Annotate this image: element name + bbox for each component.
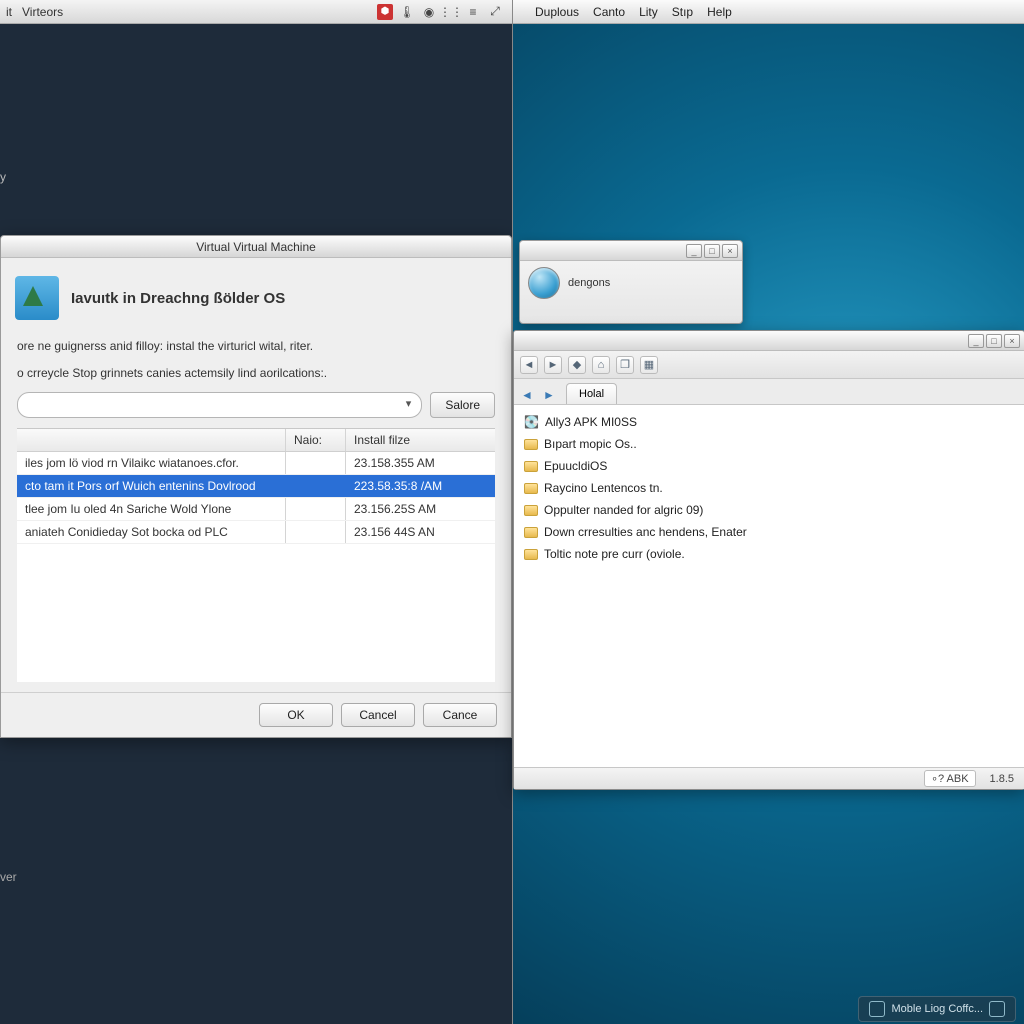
sync-icon[interactable]: ◉ bbox=[421, 4, 437, 20]
os-box-icon bbox=[15, 276, 59, 320]
minimize-icon[interactable]: _ bbox=[686, 244, 702, 258]
explorer-window: _ □ × ◄ ► ◆ ⌂ ❐ ▦ ◄ ► Holal 💽Ally3 APK bbox=[513, 330, 1024, 790]
folder-icon bbox=[524, 439, 538, 450]
maximize-icon[interactable]: □ bbox=[704, 244, 720, 258]
home-icon[interactable]: ⌂ bbox=[592, 356, 610, 374]
table-row[interactable]: tlee jom Iu oled 4n Sariche Wold Ylone23… bbox=[17, 498, 495, 521]
thermometer-icon[interactable]: 🌡 bbox=[399, 4, 415, 20]
list-item[interactable]: Bıpart mopic Os.. bbox=[524, 433, 1014, 455]
copy-icon[interactable]: ❐ bbox=[616, 356, 634, 374]
disk-icon[interactable]: ◆ bbox=[568, 356, 586, 374]
folder-icon bbox=[524, 461, 538, 472]
table-row[interactable]: iles jom lö viod rn Vilaikc wiatanoes.cf… bbox=[17, 452, 495, 475]
left-vm-desktop: it Virteors ⬢ 🌡 ◉ ⋮⋮ ≡ ⤢ y ver Virtual V… bbox=[0, 0, 512, 1024]
maximize-icon[interactable]: □ bbox=[986, 334, 1002, 348]
cance-button[interactable]: Cance bbox=[423, 703, 497, 727]
wifi-icon[interactable]: ⋮⋮ bbox=[443, 4, 459, 20]
forward-icon[interactable]: ► bbox=[544, 356, 562, 374]
folder-icon bbox=[524, 505, 538, 516]
list-item[interactable]: Oppulter nanded for algric 09) bbox=[524, 499, 1014, 521]
device-icon bbox=[989, 1001, 1005, 1017]
shield-icon[interactable]: ⬢ bbox=[377, 4, 393, 20]
folder-icon bbox=[524, 549, 538, 560]
nav-fwd-icon[interactable]: ► bbox=[540, 386, 558, 404]
back-icon[interactable]: ◄ bbox=[520, 356, 538, 374]
vm-wizard-dialog: Virtual Virtual Machine Iavuıtk in Dreac… bbox=[0, 235, 512, 738]
column-header-name[interactable] bbox=[17, 429, 285, 451]
tab-holal[interactable]: Holal bbox=[566, 383, 617, 404]
background-window[interactable]: _ □ × dengons bbox=[519, 240, 743, 324]
mac-menubar: Duplous Canto Lity Stıp Help bbox=[513, 0, 1024, 24]
menu-item[interactable]: Canto bbox=[593, 5, 625, 19]
salore-button[interactable]: Salore bbox=[430, 392, 495, 418]
folder-icon bbox=[524, 527, 538, 538]
cancel-button[interactable]: Cancel bbox=[341, 703, 415, 727]
dialog-title: Virtual Virtual Machine bbox=[1, 236, 511, 258]
view-icon[interactable]: ▦ bbox=[640, 356, 658, 374]
left-menubar: it Virteors ⬢ 🌡 ◉ ⋮⋮ ≡ ⤢ bbox=[0, 0, 512, 24]
right-mac-desktop: Duplous Canto Lity Stıp Help _ □ × dengo… bbox=[512, 0, 1024, 1024]
list-item[interactable]: Raycino Lentencos tn. bbox=[524, 477, 1014, 499]
menu-item[interactable]: it bbox=[6, 5, 12, 19]
wizard-paragraph: ore ne guignerss anid filloy: instal the… bbox=[17, 338, 495, 355]
app-icon bbox=[869, 1001, 885, 1017]
table-row[interactable]: aniateh Conidieday Sot bocka od PLC23.15… bbox=[17, 521, 495, 544]
menu-item[interactable]: Duplous bbox=[535, 5, 579, 19]
small-window-label: dengons bbox=[568, 277, 610, 289]
ok-button[interactable]: OK bbox=[259, 703, 333, 727]
status-tag: ∘? ABK bbox=[924, 770, 975, 787]
list-item[interactable]: EpuucldiOS bbox=[524, 455, 1014, 477]
close-icon[interactable]: × bbox=[722, 244, 738, 258]
table-row[interactable]: cto tam it Pors orf Wuich entenins Dovlr… bbox=[17, 475, 495, 498]
desktop-label: y bbox=[0, 170, 6, 184]
menu-item[interactable]: Help bbox=[707, 5, 732, 19]
file-list: 💽Ally3 APK MI0SS Bıpart mopic Os.. Epuuc… bbox=[514, 405, 1024, 767]
taskbar-item[interactable]: Moble Liog Coffc... bbox=[858, 996, 1016, 1022]
column-header-time[interactable]: Install filze bbox=[345, 429, 495, 451]
wizard-heading: Iavuıtk in Dreachng ßölder OS bbox=[71, 290, 285, 307]
settings-icon[interactable]: ≡ bbox=[465, 4, 481, 20]
minimize-icon[interactable]: _ bbox=[968, 334, 984, 348]
source-dropdown[interactable] bbox=[17, 392, 422, 418]
desktop-label: ver bbox=[0, 870, 17, 884]
explorer-toolbar: ◄ ► ◆ ⌂ ❐ ▦ bbox=[514, 351, 1024, 379]
expand-icon[interactable]: ⤢ bbox=[487, 4, 503, 20]
nav-back-icon[interactable]: ◄ bbox=[518, 386, 536, 404]
status-version: 1.8.5 bbox=[990, 773, 1014, 785]
list-item[interactable]: 💽Ally3 APK MI0SS bbox=[524, 411, 1014, 433]
drive-icon: 💽 bbox=[524, 413, 539, 431]
menu-item[interactable]: Virteors bbox=[22, 5, 63, 19]
folder-icon bbox=[524, 483, 538, 494]
menu-item[interactable]: Stıp bbox=[672, 5, 693, 19]
install-files-grid: Naio: Install filze iles jom lö viod rn … bbox=[17, 428, 495, 682]
globe-icon bbox=[528, 267, 560, 299]
list-item[interactable]: Down crresulties anc hendens, Enater bbox=[524, 521, 1014, 543]
taskbar: Moble Liog Coffc... bbox=[513, 994, 1024, 1024]
explorer-tabbar: ◄ ► Holal bbox=[514, 379, 1024, 405]
wizard-paragraph: o crreycle Stop grinnets canies actemsil… bbox=[17, 365, 495, 382]
list-item[interactable]: Toltic note pre curr (oviole. bbox=[524, 543, 1014, 565]
menu-item[interactable]: Lity bbox=[639, 5, 658, 19]
column-header-mid[interactable]: Naio: bbox=[285, 429, 345, 451]
explorer-statusbar: ∘? ABK 1.8.5 bbox=[514, 767, 1024, 789]
close-icon[interactable]: × bbox=[1004, 334, 1020, 348]
